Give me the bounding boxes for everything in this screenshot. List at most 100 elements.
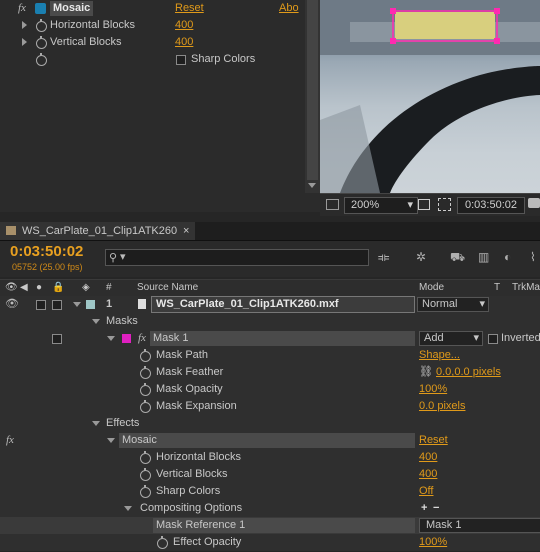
masks-group-row[interactable]: Masks xyxy=(0,313,540,331)
current-time-display[interactable]: 0:03:50:02 xyxy=(457,197,525,214)
collapse-triangle-icon[interactable] xyxy=(92,319,100,324)
timeline-header: 0:03:50:02 05752 (25.00 fps) ⚲ ▾ ⟚ ✲ ⛟ ▥… xyxy=(0,241,540,277)
snapshot-icon[interactable] xyxy=(528,198,540,208)
layer-row[interactable]: 👁 1 WS_CarPlate_01_Clip1ATK260.mxf Norma… xyxy=(0,296,540,314)
sharp-colors-checkbox[interactable] xyxy=(176,55,186,65)
label-color-swatch[interactable] xyxy=(86,300,95,309)
lock-icon[interactable]: 🔒 xyxy=(52,280,64,296)
expand-triangle-icon[interactable] xyxy=(22,21,27,29)
effect-name[interactable]: Mosaic xyxy=(50,1,94,16)
stopwatch-icon[interactable] xyxy=(36,19,47,32)
prop-value[interactable]: 100% xyxy=(419,381,447,398)
collapse-triangle-icon[interactable] xyxy=(107,438,115,443)
compositing-options-row[interactable]: Compositing Options + − xyxy=(0,500,540,518)
effect-name[interactable]: Mosaic xyxy=(119,433,415,448)
prop-value[interactable]: Off xyxy=(419,483,433,500)
zoom-dropdown[interactable]: 200% ▾ xyxy=(344,197,418,214)
close-icon[interactable]: × xyxy=(183,222,189,240)
effects-group-row[interactable]: Effects xyxy=(0,415,540,433)
motion-blur-icon[interactable]: ◐ xyxy=(504,250,511,264)
mask-row[interactable]: fx Mask 1 Add ▾ Inverted xyxy=(0,330,540,348)
shy-layers-icon[interactable]: ⛟ xyxy=(450,250,465,266)
transparency-grid-icon[interactable] xyxy=(438,198,451,211)
scroll-down-icon[interactable] xyxy=(308,183,316,188)
column-trkmat[interactable]: TrkMat xyxy=(512,280,540,296)
collapse-triangle-icon[interactable] xyxy=(92,421,100,426)
timeline-tab[interactable]: WS_CarPlate_01_Clip1ATK260 × xyxy=(0,222,195,240)
prop-value[interactable]: 0.0 pixels xyxy=(419,398,465,415)
always-preview-icon[interactable] xyxy=(326,199,339,210)
comp-mini-flowchart-icon[interactable]: ⟚ xyxy=(378,250,389,265)
fx-icon[interactable]: fx xyxy=(138,330,146,347)
layer-name[interactable]: WS_CarPlate_01_Clip1ATK260.mxf xyxy=(151,296,415,313)
link-icon[interactable]: ⛓ xyxy=(419,364,433,381)
mask-mode-dropdown[interactable]: Add ▾ xyxy=(419,331,483,346)
blend-mode-value: Normal xyxy=(422,298,458,310)
collapse-triangle-icon[interactable] xyxy=(73,302,81,307)
column-t: T xyxy=(494,282,501,293)
mask-lock-checkbox[interactable] xyxy=(52,334,62,344)
solo-checkbox[interactable] xyxy=(36,300,46,310)
solo-icon[interactable]: ● xyxy=(36,280,42,296)
prop-label: Effect Opacity xyxy=(173,536,242,548)
inverted-checkbox[interactable] xyxy=(488,334,498,344)
mask-name[interactable]: Mask 1 xyxy=(150,331,415,346)
stopwatch-icon[interactable] xyxy=(140,349,151,362)
param-value[interactable]: 400 xyxy=(175,34,193,51)
mask-color-swatch[interactable] xyxy=(122,334,131,343)
about-link[interactable]: Abo xyxy=(279,0,299,17)
tab-label: WS_CarPlate_01_Clip1ATK260 xyxy=(22,225,178,237)
effect-reset-link[interactable]: Reset xyxy=(419,432,448,449)
mask-reference-row[interactable]: Mask Reference 1 Mask 1 xyxy=(0,517,540,535)
eye-icon[interactable]: 👁 xyxy=(5,296,19,313)
blend-mode-dropdown[interactable]: Normal ▾ xyxy=(417,297,489,312)
prop-label: Sharp Colors xyxy=(156,485,221,497)
collapse-triangle-icon[interactable] xyxy=(124,506,132,511)
prop-value[interactable]: 400 xyxy=(419,449,437,466)
column-mode[interactable]: Mode xyxy=(419,280,444,296)
lock-checkbox[interactable] xyxy=(52,300,62,310)
stopwatch-icon[interactable] xyxy=(140,383,151,396)
composition-viewer[interactable] xyxy=(320,0,540,193)
label-icon[interactable]: ◈ xyxy=(82,280,90,296)
graph-editor-icon[interactable]: ⌇ xyxy=(530,250,536,264)
stopwatch-icon[interactable] xyxy=(36,53,47,66)
region-of-interest-icon[interactable] xyxy=(418,199,430,210)
compositing-label: Compositing Options xyxy=(140,502,243,514)
stopwatch-icon[interactable] xyxy=(140,451,151,464)
fx-icon[interactable]: fx xyxy=(18,0,26,17)
prop-label: Horizontal Blocks xyxy=(156,451,241,463)
stopwatch-icon[interactable] xyxy=(140,468,151,481)
effect-row-mosaic[interactable]: fx Mosaic Reset xyxy=(0,432,540,450)
effects-label: Effects xyxy=(106,417,140,429)
param-row-horizontal-blocks: Horizontal Blocks 400 xyxy=(0,17,320,34)
prop-value[interactable]: 0.0,0.0 pixels xyxy=(436,364,501,381)
param-row-vertical-blocks: Vertical Blocks 400 xyxy=(0,34,320,51)
mask-reference-dropdown[interactable]: Mask 1 xyxy=(419,518,540,533)
expand-triangle-icon[interactable] xyxy=(22,38,27,46)
reset-link[interactable]: Reset xyxy=(175,0,204,17)
scrollbar-thumb[interactable] xyxy=(307,0,318,180)
current-time[interactable]: 0:03:50:02 xyxy=(10,243,83,260)
frame-blending-icon[interactable]: ▥ xyxy=(478,250,489,264)
param-value[interactable]: 400 xyxy=(175,17,193,34)
prop-value[interactable]: Shape... xyxy=(419,347,460,364)
stopwatch-icon[interactable] xyxy=(140,485,151,498)
effect-controls-scrollbar[interactable] xyxy=(305,0,320,193)
fx-icon[interactable]: fx xyxy=(6,432,14,449)
effect-settings-icon[interactable] xyxy=(35,3,46,14)
column-source-name[interactable]: Source Name xyxy=(137,280,198,296)
video-toggle-icon[interactable]: 👁 xyxy=(5,280,18,296)
stopwatch-icon[interactable] xyxy=(140,366,151,379)
prop-value[interactable]: 100% xyxy=(419,534,447,551)
draft-3d-icon[interactable]: ✲ xyxy=(416,250,426,264)
add-mask-reference-button[interactable]: + xyxy=(421,500,427,517)
layer-search-input[interactable]: ⚲ ▾ xyxy=(105,249,369,266)
stopwatch-icon[interactable] xyxy=(140,400,151,413)
stopwatch-icon[interactable] xyxy=(36,36,47,49)
remove-mask-reference-button[interactable]: − xyxy=(433,500,439,517)
audio-toggle-icon[interactable]: ◀ xyxy=(20,280,28,296)
prop-value[interactable]: 400 xyxy=(419,466,437,483)
stopwatch-icon[interactable] xyxy=(157,536,168,549)
collapse-triangle-icon[interactable] xyxy=(107,336,115,341)
